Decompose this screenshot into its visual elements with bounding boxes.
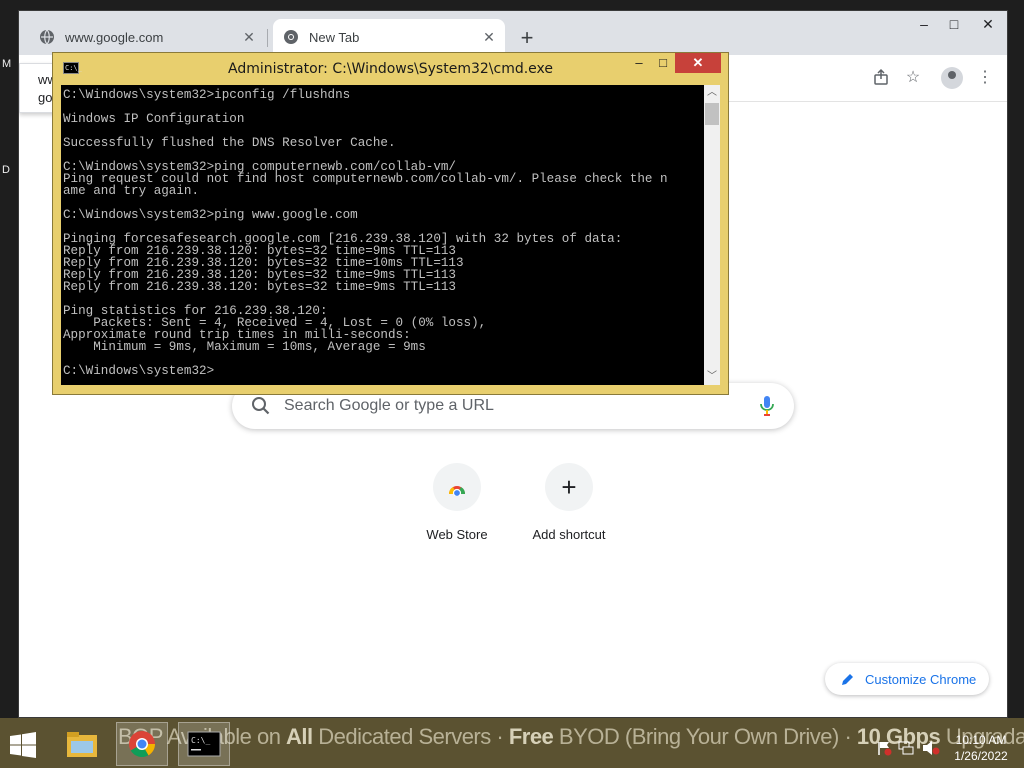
cmd-window[interactable]: C:\_ Administrator: C:\Windows\System32\… — [52, 52, 729, 395]
volume-muted-icon[interactable] — [922, 740, 940, 755]
desktop-edge-text: M — [2, 58, 12, 70]
windows-start-icon[interactable] — [8, 732, 40, 758]
minimize-button[interactable]: – — [909, 13, 939, 35]
customize-chrome-button[interactable]: Customize Chrome — [825, 663, 989, 695]
shortcut-add[interactable]: + Add shortcut — [513, 463, 625, 542]
tab-separator — [267, 29, 268, 47]
menu-kebab-icon[interactable]: ⋮ — [975, 68, 995, 88]
tab-strip: www.google.com ✕ New Tab ✕ + – □ ✕ — [19, 11, 1007, 55]
globe-icon — [39, 29, 55, 45]
microphone-icon[interactable] — [760, 395, 774, 417]
file-explorer-icon[interactable] — [56, 722, 108, 766]
scroll-up-icon[interactable]: ︿ — [704, 85, 720, 101]
chrome-tab-icon — [283, 29, 299, 45]
search-placeholder: Search Google or type a URL — [284, 397, 494, 414]
tab-new-tab[interactable]: New Tab ✕ — [273, 19, 505, 55]
cmd-maximize-button[interactable]: □ — [649, 53, 677, 73]
pencil-icon — [841, 672, 855, 686]
cmd-icon[interactable]: C:\_ — [178, 722, 230, 766]
taskbar-clock[interactable]: 10:10 AM 1/26/2022 — [942, 732, 1020, 764]
taskbar: BGP Available on All Dedicated Servers ·… — [0, 718, 1024, 768]
tab-close-icon[interactable]: ✕ — [481, 29, 497, 45]
tab-google[interactable]: www.google.com ✕ — [29, 19, 265, 55]
customize-label: Customize Chrome — [865, 671, 977, 687]
shortcut-label: Add shortcut — [532, 527, 606, 542]
tab-title: www.google.com — [65, 29, 164, 45]
banner-text: All — [286, 724, 313, 749]
tab-close-icon[interactable]: ✕ — [241, 29, 257, 45]
maximize-button[interactable]: □ — [939, 13, 969, 35]
scroll-down-icon[interactable]: ﹀ — [704, 369, 720, 385]
banner-text: Free — [508, 724, 554, 749]
clock-date: 1/26/2022 — [954, 749, 1008, 763]
close-window-button[interactable]: ✕ — [973, 13, 1003, 35]
cmd-close-button[interactable]: ✕ — [675, 53, 721, 73]
cmd-console[interactable]: C:\Windows\system32>ipconfig /flushdns W… — [61, 85, 704, 385]
cmd-titlebar[interactable]: C:\_ Administrator: C:\Windows\System32\… — [53, 53, 728, 84]
share-icon[interactable] — [871, 68, 891, 88]
console-output: C:\Windows\system32>ipconfig /flushdns W… — [63, 88, 668, 378]
chrome-icon[interactable] — [116, 722, 168, 766]
network-icon[interactable] — [898, 740, 914, 755]
cmd-scrollbar[interactable]: ︿ ﹀ — [704, 85, 720, 385]
search-icon — [250, 395, 272, 417]
desktop-edge-text: D — [2, 164, 10, 176]
action-center-flag-icon[interactable] — [876, 740, 892, 756]
banner-text: BYOD (Bring Your Own Drive) · — [553, 724, 857, 749]
bookmark-star-icon[interactable]: ☆ — [903, 68, 923, 88]
svg-text:C:\_: C:\_ — [191, 736, 210, 745]
banner-text: Dedicated Servers · — [312, 724, 509, 749]
tab-title: New Tab — [309, 29, 360, 45]
profile-avatar[interactable] — [941, 67, 963, 89]
shortcut-label: Web Store — [426, 527, 488, 542]
webstore-icon — [433, 463, 481, 511]
suggestion-line: go — [38, 90, 53, 105]
scroll-thumb[interactable] — [705, 103, 719, 125]
plus-icon: + — [545, 463, 593, 511]
shortcut-web-store[interactable]: Web Store — [401, 463, 513, 542]
new-tab-button[interactable]: + — [515, 27, 539, 51]
clock-time: 10:10 AM — [955, 733, 1007, 747]
